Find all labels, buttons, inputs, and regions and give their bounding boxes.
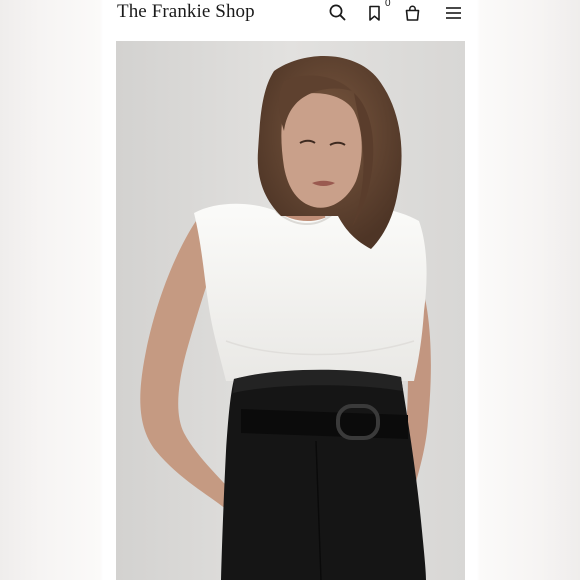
model-photo-illustration [116,41,465,580]
search-icon[interactable] [327,2,349,24]
bag-icon[interactable] [402,2,424,24]
site-header: The Frankie Shop 0 [103,0,477,40]
wishlist-count-badge: 0 [385,0,391,9]
page-background: The Frankie Shop 0 [0,0,580,580]
brand-logo[interactable]: The Frankie Shop [117,1,255,23]
mobile-viewport: The Frankie Shop 0 [103,0,477,580]
menu-icon[interactable] [443,2,465,24]
hero-product-image[interactable] [116,41,465,580]
bookmark-icon[interactable] [364,2,386,24]
